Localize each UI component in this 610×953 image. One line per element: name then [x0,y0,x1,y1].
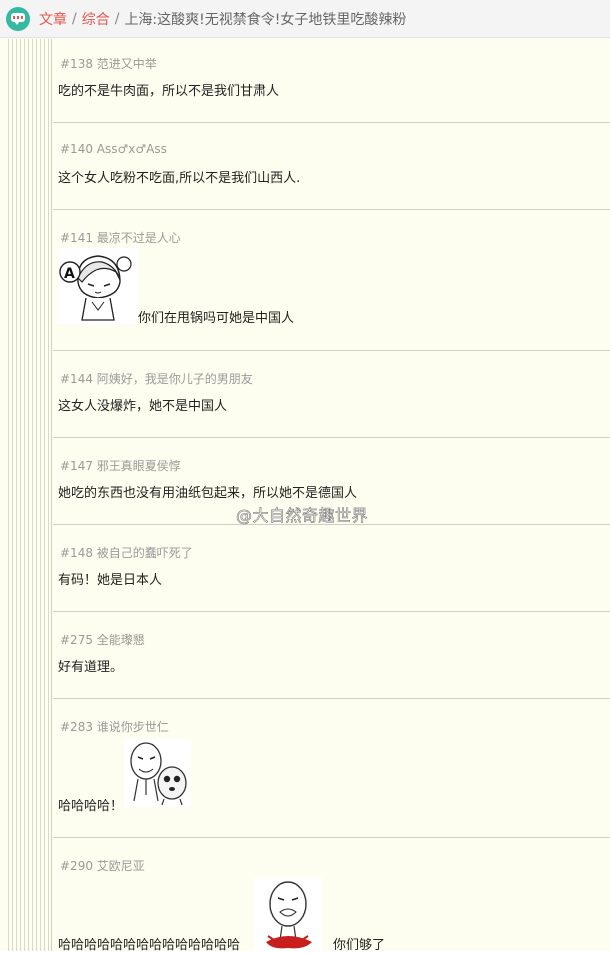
comment-body: 有码！她是日本人 [58,573,163,588]
comment-item: #144 阿姨好，我是你儿子的男朋友 这女人没爆炸，她不是中国人 [53,351,610,438]
watermark: @大自然奇趣世界 [236,506,369,526]
comment-header[interactable]: #140 Ass♂x♂Ass [60,142,167,156]
rage-face-sticker [254,878,322,951]
comment-item: #141 最凉不过是人心 A 你们在甩锅吗可她是中国人 [53,210,610,351]
comment-body: 吃的不是牛肉面，所以不是我们甘肃人 [58,84,280,99]
thread-indent-lines [8,39,51,951]
comment-header[interactable]: #290 艾欧尼亚 [60,857,145,874]
svg-text:A: A [64,266,75,282]
thread-indent-edge [51,39,52,951]
comment-body: 她吃的东西也没有用油纸包起来，所以她不是德国人 [58,486,358,501]
comment-body-suffix: 你们够了 [333,938,386,953]
comment-item: #140 Ass♂x♂Ass 这个女人吃粉不吃面,所以不是我们山西人. [53,123,610,210]
anime-girl-sticker: A [58,248,138,324]
comment-header[interactable]: #141 最凉不过是人心 [60,229,181,246]
comment-header[interactable]: #144 阿姨好，我是你儿子的男朋友 [60,370,253,387]
comment-item: #283 谁说你步世仁 哈哈哈哈！ [53,699,610,838]
comment-item: #138 范进又中举 吃的不是牛肉面，所以不是我们甘肃人 [53,39,610,123]
comment-body: 这个女人吃粉不吃面,所以不是我们山西人. [58,171,301,186]
page-title: 上海:这酸爽!无视禁食令!女子地铁里吃酸辣粉 [124,11,407,28]
comment-body: 这女人没爆炸，她不是中国人 [58,399,228,414]
comment-item: #290 艾欧尼亚 哈哈哈哈哈哈哈哈哈哈哈哈哈哈 你们够了 [53,838,610,953]
comment-body: 哈哈哈哈哈哈哈哈哈哈哈哈哈哈 [58,938,241,953]
comment-header[interactable]: #283 谁说你步世仁 [60,718,169,735]
comment-body: 你们在甩锅吗可她是中国人 [138,311,295,326]
panda-meme-sticker [124,739,191,807]
comment-body: 哈哈哈哈！ [58,799,124,814]
breadcrumb-section-link[interactable]: 文章 [39,9,67,29]
breadcrumb-separator: / [72,10,77,27]
comment-header[interactable]: #148 被自己的蠢吓死了 [60,544,193,561]
comment-thread: #138 范进又中举 吃的不是牛肉面，所以不是我们甘肃人 #140 Ass♂x♂… [0,39,610,953]
comment-header[interactable]: #147 邪王真眼夏侯惇 [60,457,181,474]
comment-header[interactable]: #138 范进又中举 [60,55,157,72]
comment-item: #275 全能瓈懇 好有道理。 [53,612,610,699]
top-bar: 文章 / 综合 / 上海:这酸爽!无视禁食令!女子地铁里吃酸辣粉 [0,0,610,38]
comment-body: 好有道理。 [58,660,124,675]
comment-header[interactable]: #275 全能瓈懇 [60,631,145,648]
comment-item: #148 被自己的蠢吓死了 有码！她是日本人 [53,525,610,612]
breadcrumb-category-link[interactable]: 综合 [82,9,110,29]
breadcrumb-separator: / [114,10,120,27]
site-logo-icon[interactable] [6,6,30,31]
